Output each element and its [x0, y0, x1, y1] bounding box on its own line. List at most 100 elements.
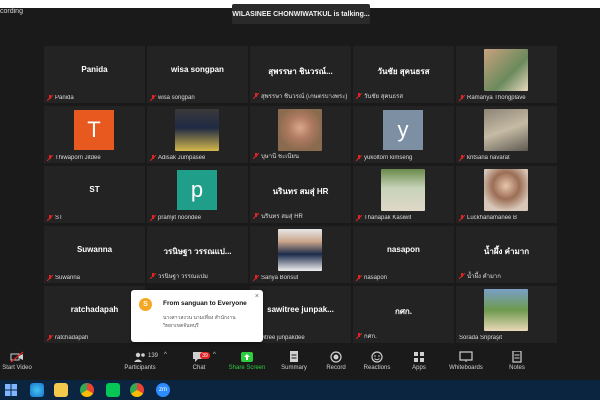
mic-muted-icon	[356, 215, 362, 221]
participant-avatar: p	[177, 170, 217, 210]
participant-caption: ST	[47, 215, 63, 221]
participant-caption: yukoltorn kimseng	[356, 155, 412, 161]
participant-tile[interactable]: kritsana navarat	[456, 106, 557, 163]
participant-tile[interactable]: Luckhanamanee B	[456, 166, 557, 223]
participants-count: 139	[148, 353, 159, 359]
participant-caption: Ramanya Thongplave	[459, 95, 526, 101]
participant-caption: ratchadapah	[47, 335, 88, 341]
edge-browser-icon[interactable]	[30, 383, 44, 397]
participant-tile[interactable]: น้ำผึ้ง คำมาก น้ำผึ้ง คำมาก	[456, 226, 557, 283]
recording-label: cording	[0, 8, 23, 15]
mic-muted-icon	[47, 275, 53, 281]
mic-muted-icon	[253, 153, 259, 159]
participant-caption: Luckhanamanee B	[459, 215, 517, 221]
apps-button[interactable]: Apps	[408, 351, 430, 371]
zoom-app-icon[interactable]: zm	[156, 383, 170, 397]
participant-caption: Adisak Jumpasee	[150, 155, 205, 161]
participant-tile[interactable]: Adisak Jumpasee	[147, 106, 248, 163]
participant-caption: วรนิษฐา วรรณแปม	[150, 271, 208, 281]
participant-tile[interactable]: วรนิษฐา วรรณแป... วรนิษฐา วรรณแปม	[147, 226, 248, 283]
file-explorer-icon[interactable]	[54, 383, 68, 397]
participant-tile[interactable]: sawitree junpak... sawitree junpakdee	[250, 286, 351, 343]
windows-start-icon[interactable]	[4, 383, 18, 397]
chat-unread-badge: 39	[200, 352, 210, 359]
chat-notification[interactable]: S From sanguan to Everyone นางสาวสงวน นา…	[131, 290, 263, 342]
participant-tile[interactable]: กศก. กศก.	[353, 286, 454, 343]
notes-button[interactable]: Notes	[504, 351, 530, 371]
participant-caption: Suwanna	[47, 275, 80, 281]
participant-tile[interactable]: Ramanya Thongplave	[456, 46, 557, 103]
participant-tile[interactable]: Thanapak Kasiwit	[353, 166, 454, 223]
mic-muted-icon	[253, 93, 259, 99]
participant-tile[interactable]: Sorada Sripraşit	[456, 286, 557, 343]
reactions-button[interactable]: Reactions	[362, 351, 392, 371]
share-screen-button[interactable]: Share Screen	[226, 351, 268, 371]
mic-muted-icon	[253, 275, 259, 281]
video-off-icon	[10, 351, 24, 363]
participant-caption: pramjit noondee	[150, 215, 201, 221]
reactions-icon	[371, 351, 383, 363]
participant-tile[interactable]: wisa songpan wisa songpan	[147, 46, 248, 103]
participant-video	[175, 109, 219, 151]
participant-tile[interactable]: นรินทร สมสุ่ HR นรินทร สมสุ่ HR	[250, 166, 351, 223]
share-screen-icon	[241, 352, 253, 362]
participants-icon	[134, 352, 145, 362]
close-icon[interactable]: ×	[255, 293, 259, 300]
participant-tile[interactable]: Sanya Borisut	[250, 226, 351, 283]
chat-message-preview: นางสาวสงวน นามเที่ยง สำนักงาน วิทยาเขตจั…	[163, 315, 236, 329]
participant-display-name: สุพรรษา ชินวรณ์...	[268, 67, 333, 76]
participant-caption: วันชัย สุคนธรส	[356, 91, 403, 101]
participant-video	[484, 289, 528, 331]
mic-muted-icon	[459, 95, 465, 101]
participant-caption: Thiwaporn Jitdee	[47, 155, 101, 161]
participant-tile[interactable]: วันชัย สุคนธรส วันชัย สุคนธรส	[353, 46, 454, 103]
mic-muted-icon	[150, 273, 156, 279]
participant-video	[381, 169, 425, 211]
participant-display-name: วันชัย สุคนธรส	[377, 67, 430, 76]
summary-icon	[290, 351, 298, 362]
mic-muted-icon	[459, 273, 465, 279]
mic-muted-icon	[47, 215, 53, 221]
participant-caption: บุษานี ชะเนียน	[253, 151, 299, 161]
record-icon	[330, 351, 342, 363]
mic-muted-icon	[47, 155, 53, 161]
participant-tile[interactable]: สุพรรษา ชินวรณ์... สุพรรษา ชินวรณ์ (เกษต…	[250, 46, 351, 103]
participant-tile[interactable]: nasapon nasapon	[353, 226, 454, 283]
chevron-up-icon[interactable]: ^	[164, 352, 167, 358]
participant-caption: wisa songpan	[150, 95, 195, 101]
sender-avatar: S	[139, 298, 152, 311]
participant-tile[interactable]: T Thiwaporn Jitdee	[44, 106, 145, 163]
line-app-icon[interactable]	[106, 383, 120, 397]
participant-tile[interactable]: Panida Panida	[44, 46, 145, 103]
participant-display-name: nasapon	[387, 245, 420, 254]
participant-caption: Sorada Sripraşit	[459, 335, 503, 341]
participant-caption: Panida	[47, 95, 74, 101]
apps-icon	[414, 352, 424, 362]
participant-tile[interactable]: y yukoltorn kimseng	[353, 106, 454, 163]
participant-caption: kritsana navarat	[459, 155, 510, 161]
participant-display-name: sawitree junpak...	[267, 305, 334, 314]
record-button[interactable]: Record	[322, 351, 350, 371]
participant-video	[484, 169, 528, 211]
participant-display-name: wisa songpan	[171, 65, 224, 74]
participant-avatar: T	[74, 110, 114, 150]
chevron-up-icon[interactable]: ^	[213, 352, 216, 358]
start-video-button[interactable]: Start Video	[0, 351, 34, 371]
mic-muted-icon	[356, 333, 362, 339]
participant-tile[interactable]: p pramjit noondee	[147, 166, 248, 223]
participant-tile[interactable]: บุษานี ชะเนียน	[250, 106, 351, 163]
mic-muted-icon	[253, 213, 259, 219]
summary-button[interactable]: Summary	[278, 351, 310, 371]
participant-tile[interactable]: ST ST	[44, 166, 145, 223]
mic-muted-icon	[47, 95, 53, 101]
participant-display-name: นรินทร สมสุ่ HR	[272, 187, 329, 196]
whiteboards-button[interactable]: Whiteboards	[446, 351, 486, 371]
participant-display-name: น้ำผึ้ง คำมาก	[483, 247, 530, 256]
participant-caption: นรินทร สมสุ่ HR	[253, 211, 303, 221]
mic-muted-icon	[459, 215, 465, 221]
chrome-icon[interactable]	[130, 383, 144, 397]
participant-tile[interactable]: Suwanna Suwanna	[44, 226, 145, 283]
mic-muted-icon	[47, 335, 53, 341]
chrome-icon[interactable]	[80, 383, 94, 397]
participant-tile[interactable]: ratchadapah ratchadapah	[44, 286, 145, 343]
